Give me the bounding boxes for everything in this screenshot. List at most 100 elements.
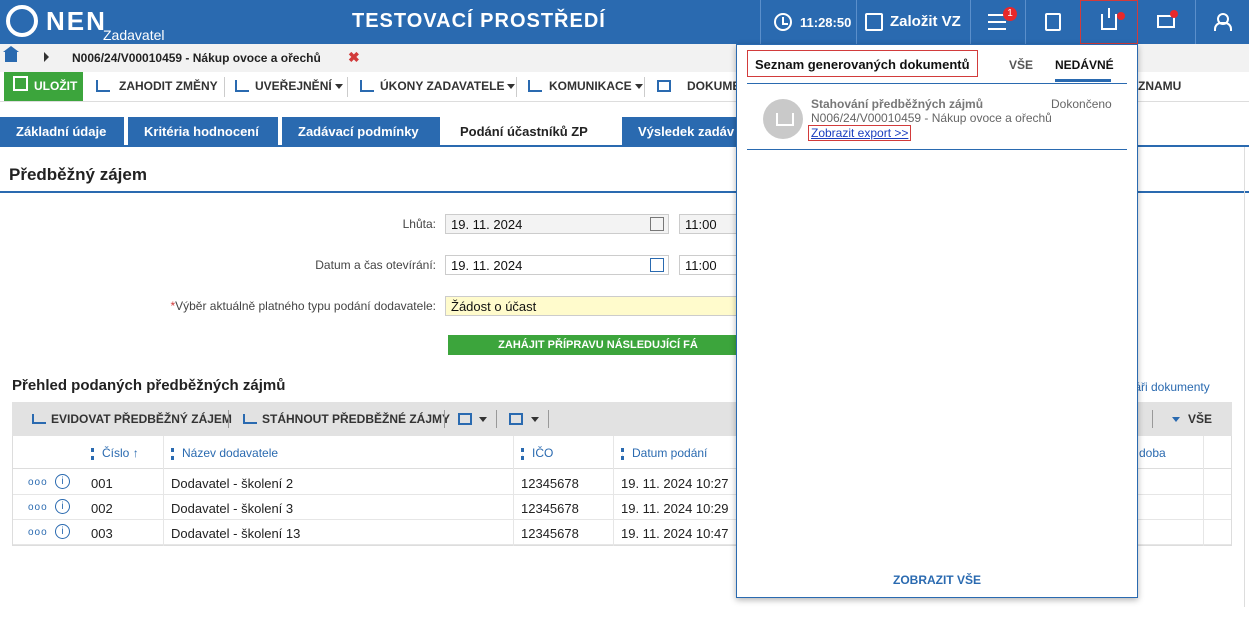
download-icon: [243, 414, 257, 424]
column-date-label: Datum podání: [632, 446, 708, 460]
chevron-right-icon: [44, 52, 49, 62]
nen-logo-icon[interactable]: [6, 5, 38, 37]
logo-text[interactable]: NEN: [46, 6, 107, 37]
cell-name: Dodavatel - školení 3: [171, 501, 294, 516]
cell-ico: 12345678: [521, 501, 579, 516]
column-menu-icon[interactable]: [521, 447, 524, 460]
tab-basic-info[interactable]: Základní údaje: [0, 117, 124, 146]
grid-toolbar-divider: [1152, 410, 1153, 428]
info-icon[interactable]: i: [55, 474, 70, 489]
tab-conditions[interactable]: Zadávací podmínky: [282, 117, 440, 146]
submission-type-select[interactable]: Žádost o účast: [445, 296, 739, 316]
breadcrumb-title[interactable]: N006/24/V00010459 - Nákup ovoce a ořechů: [72, 51, 321, 65]
floppy-icon: [13, 76, 28, 91]
info-icon[interactable]: i: [55, 524, 70, 539]
topbar-divider: [1195, 0, 1196, 44]
start-next-phase-button[interactable]: ZAHÁJIT PŘÍPRAVU NÁSLEDUJÍCÍ FÁ: [448, 335, 748, 355]
topbar-divider: [1025, 0, 1026, 44]
content-edge: [1244, 147, 1249, 607]
tab-result[interactable]: Výsledek zadáv: [622, 117, 742, 146]
cell-number: 003: [91, 526, 113, 541]
submission-type-label: *Výběr aktuálně platného typu podání dod…: [100, 299, 436, 313]
column-name[interactable]: Název dodavatele: [171, 446, 278, 460]
toolbar-divider: [644, 77, 645, 97]
panel-tab-all[interactable]: VŠE: [1009, 58, 1033, 72]
topbar-divider: [856, 0, 857, 44]
deadline-time-field[interactable]: 11:00: [679, 214, 739, 234]
documents-download-button[interactable]: [1080, 0, 1138, 44]
create-vz-button[interactable]: Založit VZ: [890, 13, 961, 30]
discard-changes-button[interactable]: ZAHODIT ZMĚNY: [119, 79, 218, 93]
print-icon[interactable]: [458, 413, 472, 425]
environment-title: TESTOVACÍ PROSTŘEDÍ: [352, 10, 606, 32]
cell-number: 001: [91, 476, 113, 491]
cell-name: Dodavatel - školení 2: [171, 476, 294, 491]
cell-ico: 12345678: [521, 476, 579, 491]
grid-toolbar-divider: [444, 410, 445, 428]
column-date[interactable]: Datum podání: [621, 446, 707, 460]
panel-tabs-divider: [747, 83, 1127, 84]
more-actions-icon[interactable]: ooo: [28, 477, 48, 488]
calendar-icon[interactable]: [650, 217, 664, 231]
column-number[interactable]: Číslo ↑: [91, 446, 139, 460]
download-tray-icon: [763, 99, 803, 139]
opening-label: Datum a čas otevírání:: [315, 258, 436, 272]
calendar-icon[interactable]: [650, 258, 664, 272]
cell-ico: 12345678: [521, 526, 579, 541]
show-all-button[interactable]: ZOBRAZIT VŠE: [737, 573, 1137, 587]
topbar-divider: [970, 0, 971, 44]
panel-tab-recent[interactable]: NEDÁVNÉ: [1055, 58, 1114, 72]
calculator-icon[interactable]: [1045, 13, 1061, 31]
show-export-link[interactable]: Zobrazit export >>: [808, 125, 912, 141]
column-menu-icon[interactable]: [621, 447, 624, 460]
mail-alert-dot: [1170, 10, 1178, 18]
actions-icon: [360, 80, 374, 92]
save-button[interactable]: ULOŽIT: [4, 72, 83, 101]
caret-down-icon[interactable]: [531, 417, 539, 422]
column-number-label: Číslo: [102, 446, 130, 460]
column-tail[interactable]: doba: [1139, 446, 1166, 460]
edit-icon[interactable]: [865, 13, 883, 31]
download-tray-icon: [1101, 8, 1117, 30]
publish-icon: [235, 80, 249, 92]
filter-all-button[interactable]: VŠE: [1188, 412, 1212, 426]
close-icon[interactable]: ✖: [348, 49, 360, 66]
communication-icon: [528, 80, 542, 92]
caret-down-icon[interactable]: [1172, 417, 1180, 422]
record-button[interactable]: ZNAMU: [1138, 79, 1181, 93]
communication-menu-label: KOMUNIKACE: [549, 79, 632, 93]
more-actions-icon[interactable]: ooo: [28, 527, 48, 538]
opening-date-field[interactable]: 19. 11. 2024: [445, 255, 669, 275]
communication-menu[interactable]: KOMUNIKACE: [549, 79, 643, 93]
deadline-date-field[interactable]: 19. 11. 2024: [445, 214, 669, 234]
notification-badge: 1: [1003, 7, 1017, 21]
publish-menu[interactable]: UVEŘEJNĚNÍ: [255, 79, 343, 93]
caret-down-icon[interactable]: [479, 417, 487, 422]
more-actions-icon[interactable]: ooo: [28, 502, 48, 513]
register-interest-button[interactable]: EVIDOVAT PŘEDBĚŽNÝ ZÁJEM: [51, 412, 232, 426]
tab-submissions[interactable]: Podání účastníků ZP: [444, 117, 620, 146]
column-menu-icon[interactable]: [91, 447, 94, 460]
column-menu-icon[interactable]: [171, 447, 174, 460]
download-interests-button[interactable]: STÁHNOUT PŘEDBĚŽNÉ ZÁJMY: [262, 412, 450, 426]
section-title: Předběžný zájem: [9, 165, 147, 184]
download-alert-dot: [1117, 12, 1125, 20]
tab-criteria[interactable]: Kritéria hodnocení: [128, 117, 278, 146]
documents-button[interactable]: DOKUME: [687, 79, 740, 93]
top-bar: NEN Zadavatel TESTOVACÍ PROSTŘEDÍ 11:28:…: [0, 0, 1249, 44]
actions-menu[interactable]: ÚKONY ZADAVATELE: [380, 79, 516, 93]
column-ico[interactable]: IČO: [521, 446, 553, 460]
export-icon[interactable]: [509, 413, 523, 425]
user-icon[interactable]: [1214, 13, 1232, 31]
submission-type-label-text: Výběr aktuálně platného typu podání doda…: [175, 299, 436, 313]
deadline-label: Lhůta:: [402, 217, 436, 231]
panel-title: Seznam generovaných dokumentů: [747, 50, 978, 77]
document-divider: [747, 149, 1127, 150]
home-icon[interactable]: [3, 46, 19, 62]
opening-time-field[interactable]: 11:00: [679, 255, 739, 275]
document-title: Stahování předběžných zájmů: [811, 97, 984, 111]
actions-menu-label: ÚKONY ZADAVATELE: [380, 79, 505, 93]
save-button-label: ULOŽIT: [34, 79, 78, 93]
info-icon[interactable]: i: [55, 499, 70, 514]
document-subtitle: N006/24/V00010459 - Nákup ovoce a ořechů: [811, 111, 1052, 125]
